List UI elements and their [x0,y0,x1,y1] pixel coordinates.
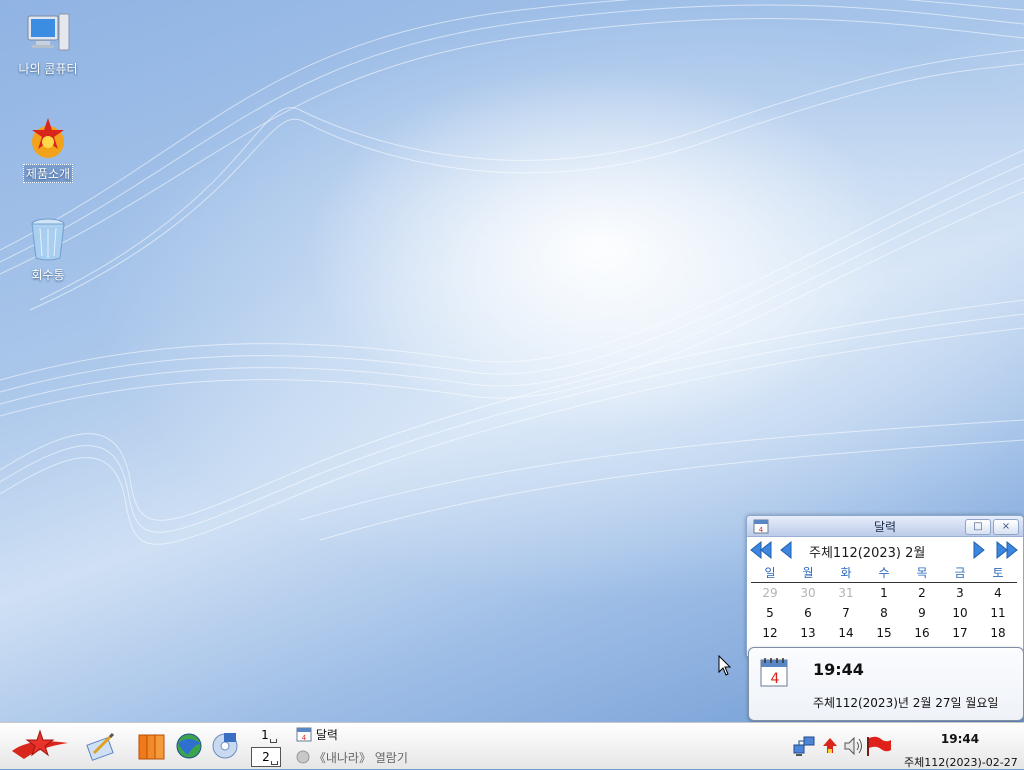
weekday-header-row: 일 월 화 수 목 금 토 [751,563,1017,583]
network-icon[interactable] [793,735,815,757]
calendar-titlebar[interactable]: 4 달력 □ × [747,516,1023,537]
workspace-label: 1 [261,728,269,742]
month-label: 주체112(2023) 2월 [809,546,926,561]
calendar-day-cell[interactable]: 14 [827,623,865,643]
workspace-label: 2 [262,750,270,764]
previous-month-icon[interactable] [779,541,793,559]
settings-tools-icon[interactable] [86,731,116,761]
calendar-day-cell[interactable]: 29 [751,583,789,604]
calendar-icon: 4 [760,658,788,687]
maximize-button[interactable]: □ [965,519,991,535]
task-browser[interactable]: 《내나라》 열람기 [296,749,408,767]
calendar-day-cell[interactable]: 1 [865,583,903,604]
file-manager-icon[interactable] [137,731,167,761]
desktop-icon-label: 회수통 [31,268,65,282]
desktop-icon-label: 나의 콤퓨터 [18,62,78,76]
browser-globe-icon[interactable] [174,731,204,761]
calendar-icon: 4 [296,727,312,742]
svg-text:4: 4 [302,734,307,742]
close-button[interactable]: × [993,519,1019,535]
weekday-tue: 화 [827,563,865,583]
calendar-day-cell[interactable]: 18 [979,623,1017,643]
workspace-2[interactable]: 2 [251,747,281,767]
calendar-navbar: 주체112(2023) 2월 [747,537,1023,563]
clock-notification[interactable]: 4 19:44 주체112(2023)년 2월 27일 월요일 [748,647,1024,721]
taskbar-clock[interactable]: 19:44 [920,732,1000,746]
start-menu-red-star-icon[interactable] [10,729,70,763]
calendar-day-cell[interactable]: 12 [751,623,789,643]
notification-date: 주체112(2023)년 2월 27일 월요일 [813,696,999,710]
desktop-icon-my-computer[interactable]: 나의 콤퓨터 [8,10,88,77]
calendar-day-cell[interactable]: 5 [751,603,789,623]
task-label: 《내나라》 열람기 [313,751,408,765]
calendar-week-row: 5 6 7 8 9 10 11 [751,603,1017,623]
desktop-icon-trash[interactable]: 회수통 [8,216,88,283]
task-label: 달력 [315,728,338,742]
calendar-day-cell[interactable]: 3 [941,583,979,604]
calendar-day-cell[interactable]: 16 [903,623,941,643]
browser-icon [296,750,310,764]
calendar-week-row: 12 13 14 15 16 17 18 [751,623,1017,643]
workspace-mark [271,761,278,765]
calendar-day-cell[interactable]: 8 [865,603,903,623]
desktop-icon-label: 제품소개 [22,164,74,183]
calendar-day-cell[interactable]: 4 [979,583,1017,604]
calendar-day-cell[interactable]: 9 [903,603,941,623]
computer-icon [24,10,72,58]
calendar-day-cell[interactable]: 2 [903,583,941,604]
next-month-icon[interactable] [972,541,986,559]
volume-icon[interactable] [843,735,863,757]
weekday-fri: 금 [941,563,979,583]
calendar-week-row: 29 30 31 1 2 3 4 [751,583,1017,604]
notification-time: 19:44 [813,660,864,679]
svg-text:4: 4 [771,671,780,687]
calendar-day-cell[interactable]: 7 [827,603,865,623]
task-calendar[interactable]: 4 달력 [296,726,338,744]
calendar-day-cell[interactable]: 30 [789,583,827,604]
workspace-mark [270,739,277,743]
calendar-window[interactable]: 4 달력 □ × 주체112(2023) 2월 일 월 화 수 목 금 토 29… [746,515,1024,657]
red-flag-icon[interactable] [866,735,892,757]
calendar-grid: 일 월 화 수 목 금 토 29 30 31 1 2 3 4 5 6 7 8 9 10 11 12 13 14 1… [751,563,1017,656]
calendar-day-cell[interactable]: 31 [827,583,865,604]
calendar-day-cell[interactable]: 15 [865,623,903,643]
weekday-sun: 일 [751,563,789,583]
media-player-icon[interactable] [210,731,240,761]
mouse-cursor-icon [718,655,732,676]
calendar-day-cell[interactable]: 17 [941,623,979,643]
previous-year-icon[interactable] [750,541,772,559]
taskbar: 1 2 4 달력 《내나라》 열람기 19:44 주체112(2023)-02-… [0,722,1024,769]
weekday-mon: 월 [789,563,827,583]
next-year-icon[interactable] [996,541,1018,559]
weekday-wed: 수 [865,563,903,583]
desktop-icon-product-intro[interactable]: 제품소개 [8,114,88,183]
calendar-day-cell[interactable]: 6 [789,603,827,623]
workspace-1[interactable]: 1 [251,726,279,744]
weekday-thu: 목 [903,563,941,583]
update-notifier-icon[interactable] [822,737,838,755]
trash-icon [24,216,72,264]
calendar-day-cell[interactable]: 13 [789,623,827,643]
calendar-day-cell[interactable]: 11 [979,603,1017,623]
weekday-sat: 토 [979,563,1017,583]
product-intro-icon [24,114,72,162]
calendar-day-cell[interactable]: 10 [941,603,979,623]
